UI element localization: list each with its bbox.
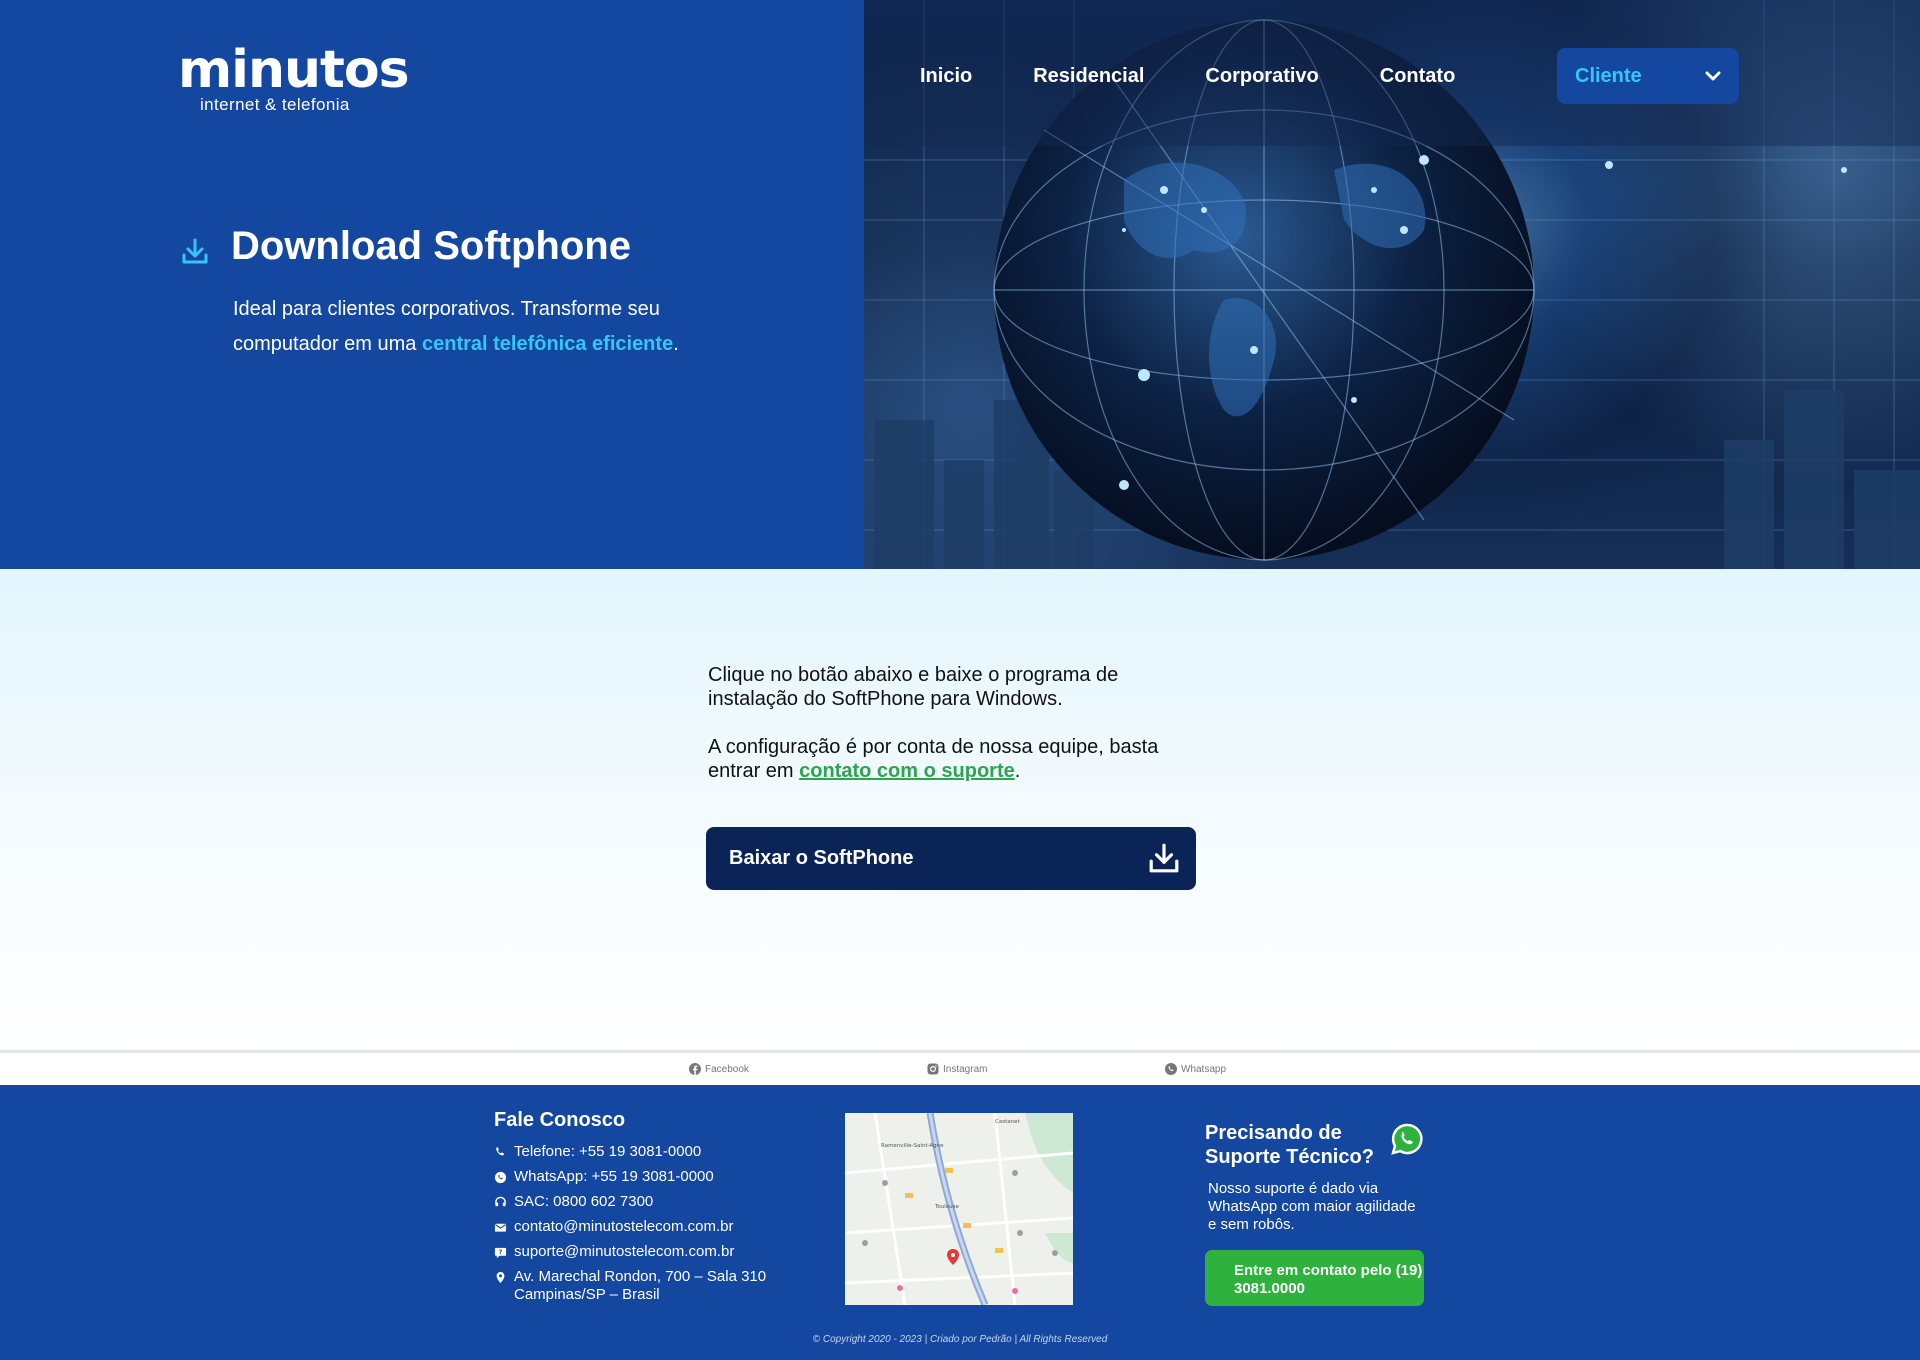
instruction-end: . xyxy=(1014,760,1021,782)
contact-address: Av. Marechal Rondon, 700 – Sala 310 Camp… xyxy=(494,1268,766,1304)
whatsapp-icon xyxy=(1165,1063,1177,1075)
svg-text:?: ? xyxy=(499,1249,503,1256)
hero-desc-highlight: central telefônica eficiente xyxy=(421,333,674,355)
nav-link-inicio[interactable]: Inicio xyxy=(920,65,972,88)
download-icon xyxy=(182,238,208,264)
whatsapp-icon xyxy=(494,1171,507,1184)
social-link-facebook[interactable]: Facebook xyxy=(689,1063,749,1075)
instagram-label: Instagram xyxy=(943,1063,988,1075)
hero-description: Ideal para clientes corporativos. Transf… xyxy=(233,292,693,362)
contact-support-email[interactable]: ? suporte@minutostelecom.com.br xyxy=(494,1243,766,1261)
whatsapp-contact-button[interactable]: Entre em contato pelo (19) 3081.0000 xyxy=(1205,1250,1424,1306)
address-line-2: Campinas/SP – Brasil xyxy=(514,1286,660,1303)
download-section: Clique no botão abaixo e baixe o program… xyxy=(0,569,1920,1050)
contact-sac-text: SAC: 0800 602 7300 xyxy=(514,1193,654,1210)
download-softphone-button[interactable]: Baixar o SoftPhone xyxy=(706,827,1196,890)
nav-link-corporativo[interactable]: Corporativo xyxy=(1205,65,1318,88)
social-links-bar: Facebook Instagram Whatsapp xyxy=(0,1050,1920,1085)
download-button-label: Baixar o SoftPhone xyxy=(729,847,914,869)
hero-desc-end: . xyxy=(673,333,679,355)
brand-logo[interactable]: minutos internet & telefonia xyxy=(178,40,410,120)
contact-sac[interactable]: SAC: 0800 602 7300 xyxy=(494,1193,766,1211)
contact-phone[interactable]: Telefone: +55 19 3081-0000 xyxy=(494,1143,766,1161)
hero-section: minutos internet & telefonia Inicio Resi… xyxy=(0,0,1920,569)
address-line-1: Av. Marechal Rondon, 700 – Sala 310 xyxy=(514,1268,767,1285)
social-link-whatsapp[interactable]: Whatsapp xyxy=(1165,1063,1226,1075)
whatsapp-label: Whatsapp xyxy=(1181,1063,1227,1075)
mail-icon xyxy=(494,1223,507,1232)
download-icon xyxy=(1149,843,1179,873)
map-label-ramonville: Ramenville-Saint-Agne xyxy=(881,1143,944,1149)
contact-email[interactable]: contato@minutostelecom.com.br xyxy=(494,1218,766,1236)
copyright-text: © Copyright 2020 - 2023 | Criado por Ped… xyxy=(812,1334,1108,1345)
contact-support-email-text: suporte@minutostelecom.com.br xyxy=(514,1243,735,1260)
headset-icon xyxy=(495,1196,506,1207)
contact-email-text: contato@minutostelecom.com.br xyxy=(514,1218,734,1235)
support-contact-link[interactable]: contato com o suporte xyxy=(799,760,1015,782)
facebook-label: Facebook xyxy=(705,1063,749,1075)
download-instructions: Clique no botão abaixo e baixe o program… xyxy=(708,663,1178,807)
contact-whatsapp[interactable]: WhatsApp: +55 19 3081-0000 xyxy=(494,1168,766,1186)
phone-icon xyxy=(496,1147,505,1156)
instruction-paragraph-2: A configuração é por conta de nossa equi… xyxy=(708,735,1178,783)
cliente-dropdown-button[interactable]: Cliente xyxy=(1557,48,1739,104)
cliente-label: Cliente xyxy=(1575,64,1642,87)
logo-wordmark: minutos xyxy=(178,40,410,100)
support-description: Nosso suporte é dado via WhatsApp com ma… xyxy=(1208,1180,1416,1233)
contact-whatsapp-text: WhatsApp: +55 19 3081-0000 xyxy=(514,1168,714,1185)
main-nav: Inicio Residencial Corporativo Contato xyxy=(920,48,1517,104)
logo-tagline: internet & telefonia xyxy=(200,95,350,114)
contact-list: Telefone: +55 19 3081-0000 WhatsApp: +55… xyxy=(494,1143,766,1311)
whatsapp-icon xyxy=(1391,1123,1423,1155)
contact-heading: Fale Conosco xyxy=(494,1109,626,1131)
chevron-down-icon xyxy=(1705,71,1721,81)
support-heading: Precisando de Suporte Técnico? xyxy=(1205,1122,1374,1168)
map-label-toulouse: Toulouse xyxy=(934,1204,960,1210)
social-link-instagram[interactable]: Instagram xyxy=(927,1063,987,1075)
nav-link-contato[interactable]: Contato xyxy=(1380,65,1456,88)
map-graphic: Ramenville-Saint-Agne Toulouse Castanet xyxy=(845,1113,1073,1305)
nav-link-residencial[interactable]: Residencial xyxy=(1033,65,1144,88)
instagram-icon xyxy=(927,1063,939,1075)
contact-phone-text: Telefone: +55 19 3081-0000 xyxy=(514,1143,702,1160)
instruction-paragraph-1: Clique no botão abaixo e baixe o program… xyxy=(708,664,1119,710)
location-pin-icon xyxy=(496,1271,505,1284)
map-label-castanet: Castanet xyxy=(995,1119,1020,1125)
location-map[interactable]: Ramenville-Saint-Agne Toulouse Castanet xyxy=(845,1113,1073,1305)
facebook-icon xyxy=(689,1063,701,1075)
page-title: Download Softphone xyxy=(231,224,631,268)
support-chat-icon: ? xyxy=(494,1247,507,1259)
site-footer: Fale Conosco Telefone: +55 19 3081-0000 … xyxy=(0,1085,1920,1360)
